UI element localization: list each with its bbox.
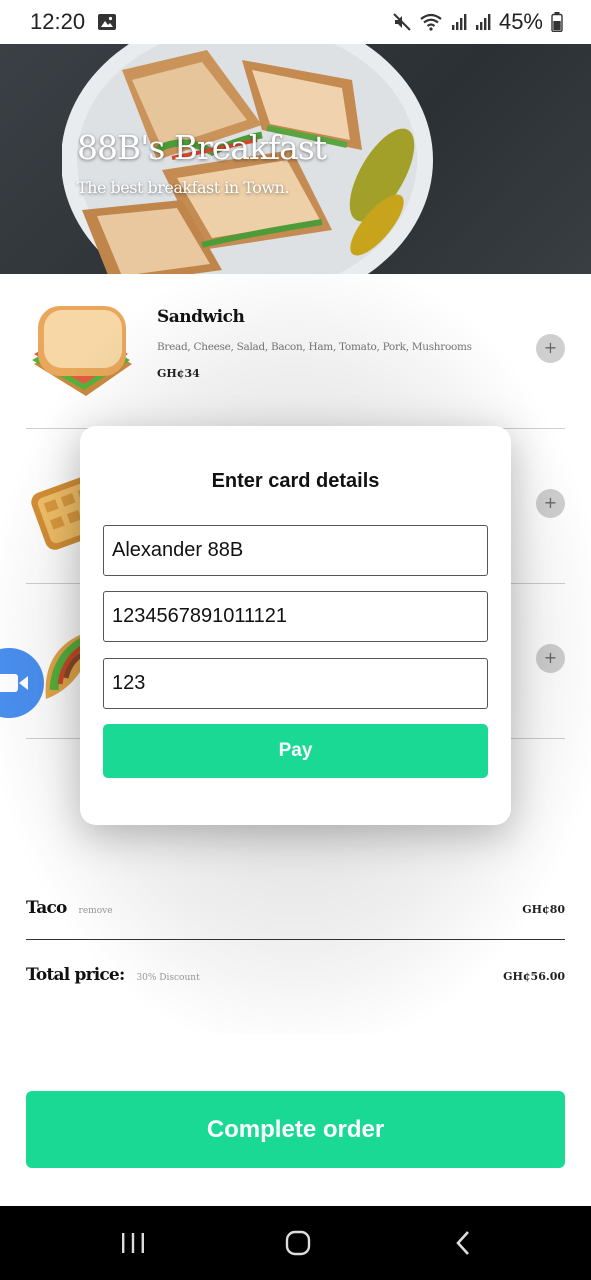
back-icon (456, 1231, 469, 1255)
card-number-input[interactable] (103, 591, 488, 642)
total-value: GH¢56.00 (503, 970, 565, 983)
pay-button[interactable]: Pay (103, 724, 488, 778)
total-label: Total price: (26, 965, 125, 985)
card-details-modal: Enter card details Pay (80, 426, 511, 825)
item-price: GH¢34 (157, 367, 200, 380)
video-camera-icon (0, 674, 28, 692)
back-button[interactable] (443, 1228, 483, 1258)
total-row: Total price: 30% Discount GH¢56.00 (26, 965, 565, 985)
add-button[interactable]: + (536, 489, 565, 518)
signal-icon (475, 14, 491, 30)
home-icon (285, 1230, 311, 1256)
gallery-icon (97, 13, 117, 31)
item-name: Sandwich (157, 307, 245, 327)
mute-icon (393, 13, 411, 31)
menu-item-sandwich[interactable]: Sandwich Bread, Cheese, Salad, Bacon, Ha… (26, 274, 565, 429)
hero-banner: 88B's Breakfast The best breakfast in To… (0, 44, 591, 274)
home-button[interactable] (278, 1228, 318, 1258)
cvv-input[interactable] (103, 658, 488, 709)
cart-item-name: Taco (26, 898, 67, 918)
wifi-icon (419, 13, 443, 31)
status-time: 12:20 (30, 9, 86, 34)
recent-apps-icon (122, 1233, 144, 1253)
signal-icon (451, 14, 467, 30)
restaurant-subtitle: The best breakfast in Town. (77, 178, 289, 197)
status-bar: 12:20 45% (0, 0, 591, 44)
modal-title: Enter card details (211, 470, 380, 492)
cart-divider (26, 939, 565, 940)
cardholder-name-input[interactable] (103, 525, 488, 576)
system-nav-bar (0, 1206, 591, 1280)
cart-item-price: GH¢80 (522, 903, 565, 916)
battery-icon (551, 12, 563, 32)
add-button[interactable]: + (536, 334, 565, 363)
sandwich-icon (32, 306, 132, 396)
discount-label: 30% Discount (136, 973, 200, 983)
add-button[interactable]: + (536, 644, 565, 673)
remove-link[interactable]: remove (79, 906, 113, 916)
battery-percent: 45% (498, 9, 543, 34)
restaurant-title: 88B's Breakfast (77, 128, 327, 167)
screen: 12:20 45% 88B's Breakfast The best break… (0, 0, 591, 1280)
cart-item-row: Taco remove GH¢80 (26, 898, 565, 918)
recent-apps-button[interactable] (113, 1228, 153, 1258)
item-description: Bread, Cheese, Salad, Bacon, Ham, Tomato… (157, 341, 472, 353)
complete-order-button[interactable]: Complete order (26, 1091, 565, 1168)
